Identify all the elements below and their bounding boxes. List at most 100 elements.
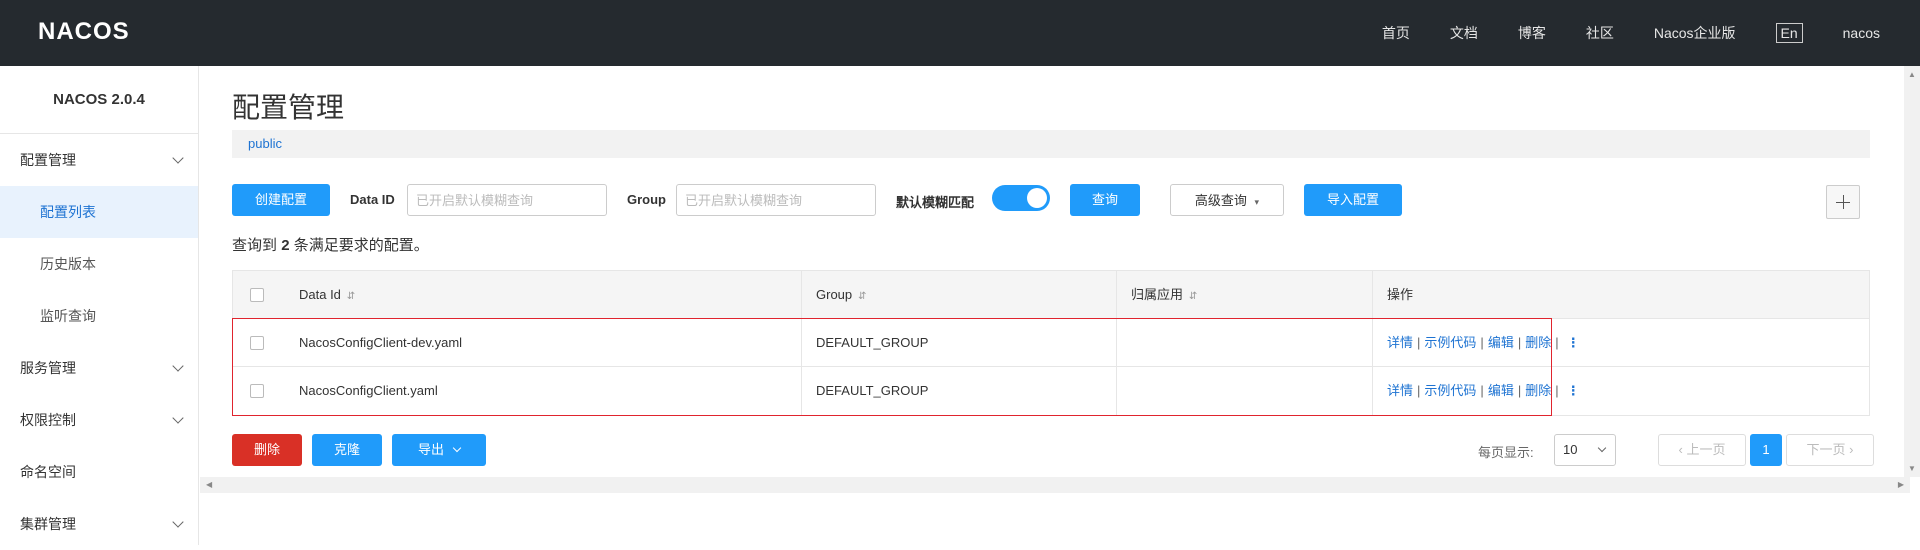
- cell-ops: 详情 | 示例代码 | 编辑 | 删除 | ⋮: [1373, 319, 1869, 367]
- query-button[interactable]: 查询: [1070, 184, 1140, 216]
- delete-link[interactable]: 删除: [1525, 383, 1551, 398]
- dataid-label: Data ID: [350, 192, 395, 207]
- clone-button[interactable]: 克隆: [312, 434, 382, 466]
- version-label: NACOS 2.0.4: [0, 66, 198, 134]
- sidebar-item-listener-query[interactable]: 监听查询: [0, 290, 198, 342]
- vertical-scrollbar[interactable]: ▲ ▼: [1904, 66, 1920, 477]
- namespace-tab-public[interactable]: public: [248, 136, 282, 151]
- user-menu[interactable]: nacos: [1843, 25, 1880, 41]
- group-label: Group: [627, 192, 666, 207]
- sidebar-item-service-management[interactable]: 服务管理: [0, 342, 198, 394]
- batch-delete-button[interactable]: 删除: [232, 434, 302, 466]
- separator: |: [1555, 334, 1559, 350]
- nav-blog[interactable]: 博客: [1518, 23, 1546, 43]
- top-nav-bar: NACOS 首页 文档 博客 社区 Nacos企业版 En nacos: [0, 0, 1920, 66]
- header-ops: 操作: [1373, 271, 1869, 319]
- header-group[interactable]: Group ⇵: [802, 270, 1117, 319]
- page-size-select[interactable]: 10: [1554, 434, 1616, 466]
- sidebar-item-config-list[interactable]: 配置列表: [0, 186, 198, 238]
- sidebar-item-label: 权限控制: [20, 412, 76, 428]
- page-size-value: 10: [1563, 442, 1578, 457]
- nav-home[interactable]: 首页: [1382, 23, 1410, 43]
- nacos-logo[interactable]: NACOS: [38, 18, 130, 46]
- sort-icon[interactable]: ⇵: [347, 291, 355, 302]
- sort-icon[interactable]: ⇵: [1189, 291, 1197, 302]
- nav-docs[interactable]: 文档: [1450, 23, 1478, 43]
- sort-icon[interactable]: ⇵: [858, 291, 866, 302]
- language-switch-button[interactable]: En: [1775, 23, 1803, 43]
- sidebar-item-config-management[interactable]: 配置管理: [0, 134, 198, 186]
- chevron-down-icon: [452, 443, 462, 453]
- result-suffix: 条满足要求的配置。: [293, 237, 429, 254]
- more-options-icon[interactable]: ⋮: [1567, 367, 1580, 415]
- prev-page-label: 上一页: [1686, 442, 1726, 457]
- scroll-left-icon[interactable]: ◀: [206, 480, 212, 489]
- config-table: Data Id ⇵ Group ⇵ 归属应用 ⇵ 操作 NacosConfigClie…: [232, 270, 1870, 416]
- header-app[interactable]: 归属应用 ⇵: [1117, 270, 1373, 319]
- separator: |: [1517, 334, 1522, 350]
- scroll-up-icon[interactable]: ▲: [1908, 70, 1916, 79]
- edit-link[interactable]: 编辑: [1488, 383, 1514, 398]
- separator: |: [1417, 334, 1421, 350]
- nav-enterprise[interactable]: Nacos企业版: [1654, 23, 1736, 43]
- cell-app: [1117, 318, 1373, 367]
- import-config-button[interactable]: 导入配置: [1304, 184, 1402, 216]
- sidebar-item-label: 服务管理: [20, 360, 76, 376]
- sidebar-item-label: 配置列表: [40, 204, 96, 220]
- sidebar-item-label: 集群管理: [20, 516, 76, 532]
- row-checkbox[interactable]: [250, 335, 264, 350]
- chevron-down-icon: [172, 342, 186, 394]
- sidebar-item-cluster-management[interactable]: 集群管理: [0, 498, 198, 550]
- toggle-knob: [1027, 188, 1047, 208]
- separator: |: [1417, 383, 1421, 398]
- horizontal-scrollbar[interactable]: ◀ ▶: [200, 477, 1910, 493]
- namespace-bar: public: [232, 130, 1870, 158]
- scroll-right-icon[interactable]: ▶: [1898, 480, 1904, 489]
- fuzzy-match-toggle[interactable]: [992, 185, 1050, 211]
- sidebar-item-access-control[interactable]: 权限控制: [0, 394, 198, 446]
- header-label: 归属应用: [1131, 286, 1184, 302]
- top-nav-links: 首页 文档 博客 社区 Nacos企业版 En nacos: [1342, 0, 1880, 66]
- sample-code-link[interactable]: 示例代码: [1424, 335, 1476, 350]
- result-prefix: 查询到: [232, 237, 278, 254]
- export-label: 导出: [417, 442, 444, 457]
- sidebar-item-namespace[interactable]: 命名空间: [0, 446, 198, 498]
- dataid-search-input[interactable]: [407, 184, 607, 216]
- row-checkbox[interactable]: [250, 384, 264, 398]
- separator: |: [1517, 383, 1522, 398]
- row-select-cell: [233, 367, 285, 415]
- edit-link[interactable]: 编辑: [1488, 335, 1514, 350]
- chevron-down-icon: [1597, 443, 1607, 453]
- sidebar-item-history[interactable]: 历史版本: [0, 238, 198, 290]
- scroll-down-icon[interactable]: ▼: [1908, 464, 1916, 473]
- delete-link[interactable]: 删除: [1525, 335, 1551, 350]
- separator: |: [1555, 383, 1559, 398]
- next-page-button[interactable]: 下一页 ›: [1786, 434, 1874, 466]
- header-dataid[interactable]: Data Id ⇵: [285, 270, 802, 319]
- advanced-query-label: 高级查询: [1194, 193, 1247, 208]
- result-summary: 查询到 2 条满足要求的配置。: [232, 234, 429, 255]
- table-row: NacosConfigClient.yaml DEFAULT_GROUP 详情 |…: [233, 367, 1869, 415]
- main-content: 配置管理 public 创建配置 Data ID Group 默认模糊匹配 查询…: [200, 66, 1910, 545]
- prev-page-button[interactable]: ‹ 上一页: [1658, 434, 1746, 466]
- chevron-down-icon: [172, 134, 186, 186]
- export-button[interactable]: 导出: [392, 434, 486, 466]
- more-options-icon[interactable]: ⋮: [1567, 319, 1580, 367]
- sample-code-link[interactable]: 示例代码: [1424, 383, 1476, 398]
- header-label: Group: [816, 286, 853, 302]
- create-config-button[interactable]: 创建配置: [232, 184, 330, 216]
- add-icon[interactable]: [1826, 185, 1860, 219]
- table-header-row: Data Id ⇵ Group ⇵ 归属应用 ⇵ 操作: [233, 270, 1869, 319]
- page-1-button[interactable]: 1: [1750, 434, 1782, 466]
- details-link[interactable]: 详情: [1387, 335, 1413, 350]
- sidebar-item-label: 监听查询: [40, 308, 96, 324]
- separator: |: [1480, 334, 1484, 350]
- group-search-input[interactable]: [676, 184, 876, 216]
- nav-community[interactable]: 社区: [1586, 23, 1614, 43]
- header-label: Data Id: [299, 286, 341, 302]
- details-link[interactable]: 详情: [1387, 383, 1413, 398]
- chevron-down-icon: [172, 394, 186, 446]
- page-size-label: 每页显示:: [1478, 445, 1534, 460]
- select-all-checkbox[interactable]: [250, 287, 264, 302]
- advanced-query-button[interactable]: 高级查询 ▾: [1170, 184, 1284, 216]
